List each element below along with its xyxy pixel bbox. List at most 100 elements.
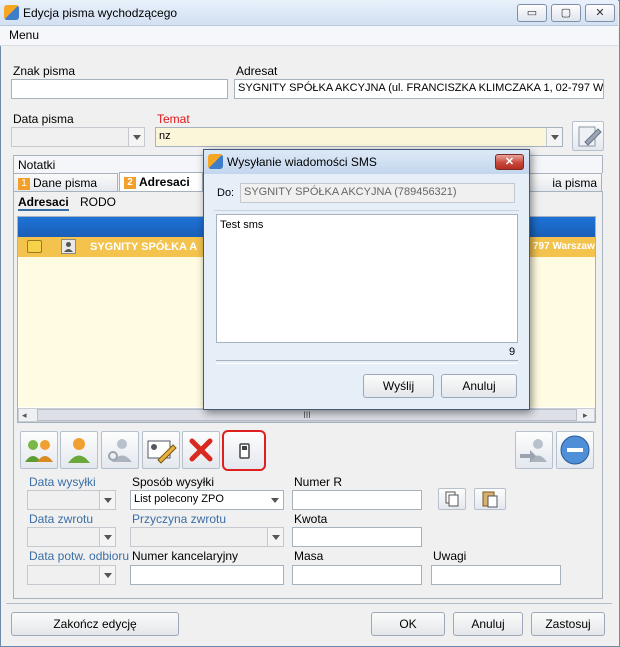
- zakoncz-edycje-button[interactable]: Zakończ edycję: [11, 612, 179, 636]
- letter-icon: [27, 240, 42, 253]
- sposob-wysylki-label: Sposób wysyłki: [132, 475, 215, 489]
- anuluj-button[interactable]: Anuluj: [453, 612, 523, 636]
- kwota-label: Kwota: [294, 512, 328, 526]
- zastosuj-button[interactable]: Zastosuj: [531, 612, 605, 636]
- subtab-rodo[interactable]: RODO: [80, 195, 116, 209]
- send-sms-button[interactable]: [222, 430, 266, 471]
- chevron-down-icon[interactable]: [99, 528, 115, 546]
- window-title: Edycja pisma wychodzącego: [23, 6, 178, 20]
- data-pisma-label: Data pisma: [13, 112, 74, 126]
- scroll-left-icon[interactable]: ◂: [22, 410, 27, 421]
- edit-recipient-button[interactable]: [142, 431, 180, 469]
- data-wysylki-date[interactable]: [27, 490, 116, 510]
- masa-input[interactable]: [292, 565, 422, 585]
- sms-dialog-close-button[interactable]: ✕: [495, 154, 524, 170]
- chevron-down-icon[interactable]: [99, 491, 115, 509]
- data-zwrotu-label: Data zwrotu: [29, 512, 94, 526]
- tab-dane-pisma[interactable]: 1 Dane pisma: [13, 173, 118, 191]
- sposob-wysylki-value: List polecony ZPO: [134, 493, 224, 505]
- maximize-button[interactable]: ▢: [551, 4, 581, 22]
- sms-send-button[interactable]: Wyślij: [363, 374, 434, 398]
- do-field[interactable]: SYGNITY SPÓŁKA AKCYJNA (789456321): [240, 183, 515, 203]
- tab-number-badge: 2: [124, 177, 136, 189]
- uwagi-label: Uwagi: [433, 549, 467, 563]
- tab-adresaci-label: Adresaci: [139, 175, 190, 189]
- numer-r-label: Numer R: [294, 475, 343, 489]
- remove-button[interactable]: [556, 431, 594, 469]
- transfer-button[interactable]: [515, 431, 553, 469]
- numer-kancelaryjny-input[interactable]: [130, 565, 284, 585]
- do-label: Do:: [217, 187, 235, 199]
- temat-combo[interactable]: nz: [155, 127, 563, 147]
- tab-dane-pisma-label: Dane pisma: [33, 176, 98, 190]
- menu-item-menu[interactable]: Menu: [9, 28, 39, 42]
- mobile-phone-icon: [239, 443, 250, 459]
- sposob-wysylki-select[interactable]: List polecony ZPO: [130, 490, 284, 510]
- close-button[interactable]: ✕: [585, 4, 615, 22]
- user-icon: [68, 438, 90, 463]
- kwota-input[interactable]: [292, 527, 422, 547]
- subtab-adresaci[interactable]: Adresaci: [18, 195, 69, 211]
- znak-pisma-label: Znak pisma: [13, 64, 76, 78]
- tab-hidden-label: ia pisma: [552, 176, 597, 190]
- row-address-tail: 797 Warszaw: [533, 241, 595, 252]
- temat-value: nz: [159, 130, 171, 142]
- uwagi-input[interactable]: [431, 565, 561, 585]
- chevron-down-icon[interactable]: [267, 491, 283, 509]
- paste-button[interactable]: [474, 488, 506, 510]
- edit-card-icon: [147, 440, 177, 464]
- sms-dialog: Wysyłanie wiadomości SMS ✕ Do: SYGNITY S…: [203, 149, 530, 410]
- app-icon: [4, 5, 19, 20]
- chevron-down-icon[interactable]: [546, 128, 562, 146]
- numer-r-input[interactable]: [292, 490, 422, 510]
- numer-kancelaryjny-label: Numer kancelaryjny: [132, 549, 239, 563]
- menu-bar: [0, 26, 618, 46]
- sms-cancel-button[interactable]: Anuluj: [441, 374, 517, 398]
- chevron-down-icon[interactable]: [128, 128, 144, 146]
- adresat-field[interactable]: SYGNITY SPÓŁKA AKCYJNA (ul. FRANCISZKA K…: [234, 79, 604, 99]
- scroll-right-icon[interactable]: ▸: [583, 410, 588, 421]
- edit-document-icon: [578, 126, 602, 147]
- chevron-down-icon[interactable]: [99, 566, 115, 584]
- masa-label: Masa: [294, 549, 324, 563]
- sms-progress-bar: [216, 360, 518, 364]
- tab-adresaci[interactable]: 2 Adresaci: [119, 172, 203, 192]
- sms-dialog-title: Wysyłanie wiadomości SMS: [227, 155, 377, 169]
- znak-pisma-input[interactable]: [11, 79, 228, 99]
- minimize-button[interactable]: ▭: [517, 4, 547, 22]
- przyczyna-zwrotu-label: Przyczyna zwrotu: [132, 512, 227, 526]
- tab-number-badge: 1: [18, 178, 30, 190]
- tab-hidden[interactable]: ia pisma: [528, 173, 602, 191]
- minus-circle-icon: [560, 435, 590, 465]
- scroll-thumb[interactable]: III: [37, 409, 577, 421]
- tab-notatki-label: Notatki: [18, 158, 56, 172]
- sms-dialog-app-icon: [208, 154, 223, 169]
- footer-separator: [6, 603, 612, 604]
- temat-label: Temat: [157, 112, 190, 126]
- row-name: SYGNITY SPÓŁKA A: [90, 241, 198, 253]
- edit-temat-button[interactable]: [572, 121, 604, 151]
- group-users-icon: [25, 440, 53, 462]
- adresat-label: Adresat: [236, 64, 278, 78]
- data-pisma-date[interactable]: [11, 127, 145, 147]
- data-potw-odbioru-label: Data potw. odbioru: [29, 549, 130, 563]
- delete-x-icon: [189, 438, 213, 462]
- copy-button[interactable]: [438, 488, 466, 510]
- add-recipient-button[interactable]: [60, 431, 98, 469]
- copy-icon: [445, 491, 459, 507]
- przyczyna-zwrotu-select[interactable]: [130, 527, 284, 547]
- data-potw-odbioru-date[interactable]: [27, 565, 116, 585]
- ok-button[interactable]: OK: [371, 612, 445, 636]
- add-group-button[interactable]: [20, 431, 58, 469]
- dialog-separator: [214, 210, 519, 211]
- paste-icon: [482, 491, 498, 508]
- user-arrow-icon: [520, 439, 547, 462]
- delete-recipient-button[interactable]: [182, 431, 220, 469]
- chevron-down-icon[interactable]: [267, 528, 283, 546]
- person-icon: [61, 239, 76, 254]
- user-link-icon: [108, 439, 132, 462]
- sms-message-textarea[interactable]: Test sms: [216, 214, 518, 343]
- link-recipient-button[interactable]: [101, 431, 139, 469]
- data-zwrotu-date[interactable]: [27, 527, 116, 547]
- sms-char-count: 9: [509, 346, 516, 358]
